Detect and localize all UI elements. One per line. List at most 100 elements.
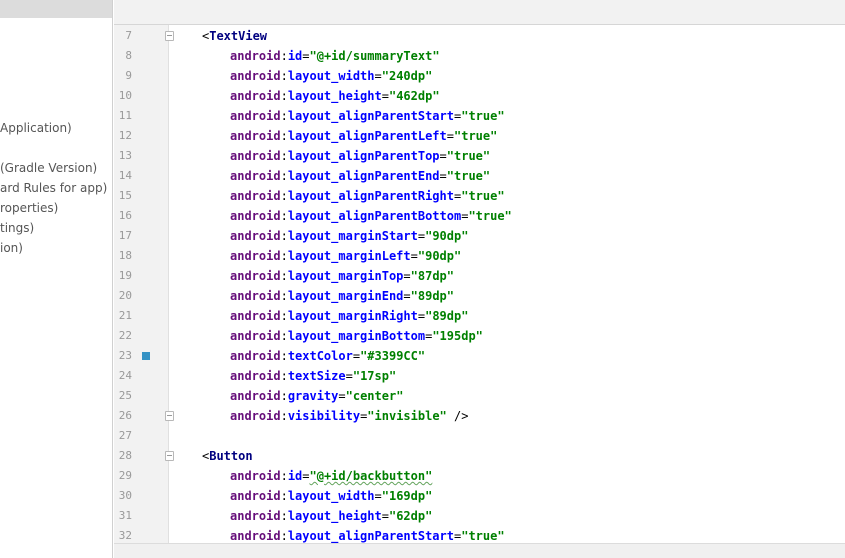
code-attribute: id [287,469,303,483]
code-text: android:layout_marginTop="87dp" [230,266,454,286]
code-line[interactable]: 26 android:visibility="invisible" /> [114,406,845,426]
line-number: 21 [118,309,132,322]
code-punctuation: : [280,249,288,263]
code-line[interactable]: 12 android:layout_alignParentLeft="true" [114,126,845,146]
code-value: "87dp" [410,269,454,283]
project-tree-item[interactable]: tings) [0,220,34,236]
code-value: "true" [461,529,505,543]
code-value: "center" [345,389,404,403]
line-number: 19 [118,269,132,282]
code-value: "89dp" [410,289,454,303]
code-line[interactable]: 17 android:layout_marginStart="90dp" [114,226,845,246]
code-line[interactable]: 14 android:layout_alignParentEnd="true" [114,166,845,186]
line-number: 24 [118,369,132,382]
code-value: "17sp" [352,369,397,383]
code-text: android:layout_height="462dp" [230,86,440,106]
code-punctuation: : [280,189,288,203]
project-panel-header[interactable] [0,0,112,18]
code-punctuation: : [280,509,288,523]
project-tree-item[interactable]: Application) [0,120,72,136]
code-namespace: android [230,249,281,263]
code-editor[interactable]: 7 <TextView 8 android:id="@+id/summaryText"… [114,0,845,558]
code-line[interactable]: 23 android:textColor="#3399CC" [114,346,845,366]
code-line[interactable]: 24 android:textSize="17sp" [114,366,845,386]
line-number: 10 [118,89,132,102]
code-line[interactable]: 18 android:layout_marginLeft="90dp" [114,246,845,266]
code-tag-name: Button [209,449,253,463]
code-equals: = [374,69,382,83]
code-line[interactable]: 22 android:layout_marginBottom="195dp" [114,326,845,346]
code-text: android:layout_alignParentLeft="true" [230,126,497,146]
code-equals: = [410,249,418,263]
code-attribute: layout_marginRight [287,309,418,323]
code-line[interactable]: 13 android:layout_alignParentTop="true" [114,146,845,166]
code-punctuation: : [280,49,288,63]
code-line[interactable]: 29 android:id="@+id/backbutton" [114,466,845,486]
code-namespace: android [230,469,281,483]
code-namespace: android [230,529,281,543]
code-line[interactable]: 31 android:layout_height="62dp" [114,506,845,526]
project-tree-item[interactable]: roperties) [0,200,58,216]
code-line[interactable]: 9 android:layout_width="240dp" [114,66,845,86]
code-text: android:layout_width="240dp" [230,66,432,86]
code-line[interactable]: 10 android:layout_height="462dp" [114,86,845,106]
fold-toggle-icon[interactable] [165,31,174,41]
code-line[interactable]: 8 android:id="@+id/summaryText" [114,46,845,66]
code-punctuation: : [280,69,288,83]
code-equals: = [417,309,426,323]
code-line[interactable]: 27 [114,426,845,446]
code-line[interactable]: 20 android:layout_marginEnd="89dp" [114,286,845,306]
code-attribute: visibility [287,409,361,423]
code-text: android:layout_marginBottom="195dp" [230,326,483,346]
code-attribute: layout_alignParentRight [287,189,454,203]
code-namespace: android [230,189,281,203]
code-line[interactable]: 30 android:layout_width="169dp" [114,486,845,506]
project-tree-item[interactable]: (Gradle Version) [0,160,97,176]
line-number: 30 [118,489,132,502]
code-line[interactable]: 15 android:layout_alignParentRight="true" [114,186,845,206]
code-line[interactable]: 28 <Button [114,446,845,466]
code-text: android:id="@+id/backbutton" [230,466,432,486]
project-tree-item[interactable]: ion) [0,240,23,256]
line-number: 15 [118,189,132,202]
horizontal-scrollbar[interactable] [114,543,845,558]
line-number: 29 [118,469,132,482]
fold-toggle-icon[interactable] [165,411,174,421]
code-text: android:layout_alignParentEnd="true" [230,166,490,186]
code-value: "true" [446,169,491,183]
code-value: "@+id/backbutton" [309,469,433,483]
line-number: 11 [118,109,132,122]
code-line[interactable]: 16 android:layout_alignParentBottom="true… [114,206,845,226]
line-number: 20 [118,289,132,302]
code-equals: = [345,369,353,383]
line-number: 23 [118,349,132,362]
line-number: 26 [118,409,132,422]
code-value: "invisible" [367,409,447,423]
code-punctuation: : [280,89,288,103]
code-value: "@+id/summaryText" [309,49,440,63]
line-number: 12 [118,129,132,142]
code-text: <Button [202,446,253,466]
line-number: 16 [118,209,132,222]
editor-tab-bar [114,0,845,25]
code-line[interactable]: 7 <TextView [114,26,845,46]
code-line[interactable]: 21 android:layout_marginRight="89dp" [114,306,845,326]
code-line[interactable]: 19 android:layout_marginTop="87dp" [114,266,845,286]
fold-toggle-icon[interactable] [165,451,174,461]
code-punctuation: : [280,389,288,403]
code-punctuation: : [280,369,288,383]
code-punctuation: : [280,129,288,143]
code-value: "true" [468,209,512,223]
code-punctuation: /> [446,409,469,423]
project-tree-item[interactable]: ard Rules for app) [0,180,107,196]
code-namespace: android [230,209,281,223]
code-line[interactable]: 11 android:layout_alignParentStart="true" [114,106,845,126]
code-namespace: android [230,289,281,303]
code-namespace: android [230,409,281,423]
color-swatch-icon[interactable] [142,352,150,360]
code-text: android:layout_alignParentStart="true" [230,106,505,126]
code-attribute: layout_marginStart [287,229,418,243]
code-line[interactable]: 25 android:gravity="center" [114,386,845,406]
code-punctuation: : [280,329,288,343]
code-attribute: textColor [287,349,353,363]
